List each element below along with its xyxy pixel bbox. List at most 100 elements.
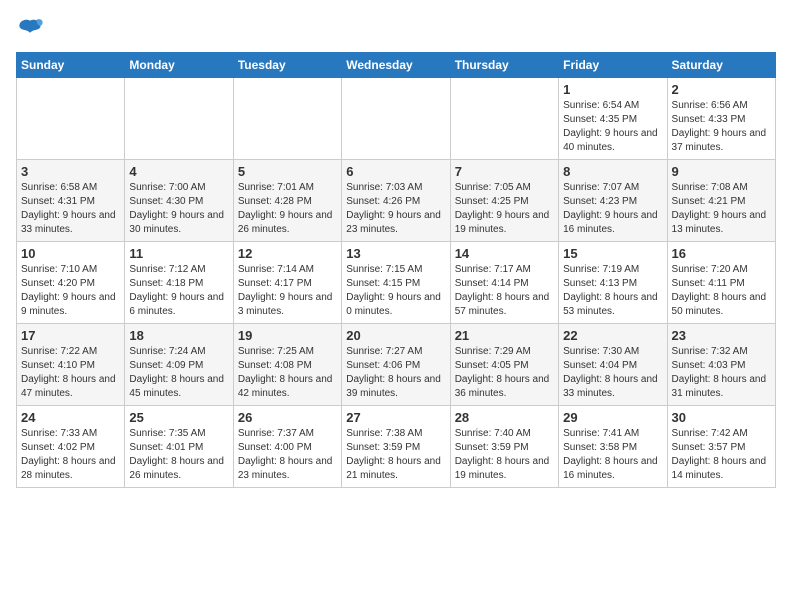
day-info: Sunrise: 7:27 AM Sunset: 4:06 PM Dayligh… (346, 345, 445, 401)
day-number: 27 (346, 410, 445, 425)
calendar-cell: 4 Sunrise: 7:00 AM Sunset: 4:30 PM Daylig… (125, 160, 233, 242)
calendar-cell: 6Sunrise: 7:03 AM Sunset: 4:26 PM Daylig… (342, 160, 450, 242)
day-number: 9 (672, 164, 771, 179)
day-info: Sunrise: 7:32 AM Sunset: 4:03 PM Dayligh… (672, 345, 771, 401)
calendar-cell: 29Sunrise: 7:41 AM Sunset: 3:58 PM Dayli… (559, 406, 667, 488)
calendar-cell (342, 78, 450, 160)
day-info: Sunrise: 7:42 AM Sunset: 3:57 PM Dayligh… (672, 427, 771, 483)
day-number: 22 (563, 328, 662, 343)
day-info: Sunrise: 7:19 AM Sunset: 4:13 PM Dayligh… (563, 263, 662, 319)
day-number: 18 (129, 328, 228, 343)
calendar-cell: 15Sunrise: 7:19 AM Sunset: 4:13 PM Dayli… (559, 242, 667, 324)
day-info: Sunrise: 7:29 AM Sunset: 4:05 PM Dayligh… (455, 345, 554, 401)
day-info: Sunrise: 7:01 AM Sunset: 4:28 PM Dayligh… (238, 181, 337, 237)
calendar-cell: 8 Sunrise: 7:07 AM Sunset: 4:23 PM Daylig… (559, 160, 667, 242)
calendar-cell: 25 Sunrise: 7:35 AM Sunset: 4:01 PM Dayli… (125, 406, 233, 488)
calendar-cell: 20 Sunrise: 7:27 AM Sunset: 4:06 PM Dayli… (342, 324, 450, 406)
day-number: 28 (455, 410, 554, 425)
day-info: Sunrise: 7:17 AM Sunset: 4:14 PM Dayligh… (455, 263, 554, 319)
day-info: Sunrise: 7:20 AM Sunset: 4:11 PM Dayligh… (672, 263, 771, 319)
day-number: 1 (563, 82, 662, 97)
calendar-cell: 3 Sunrise: 6:58 AM Sunset: 4:31 PM Daylig… (17, 160, 125, 242)
day-number: 13 (346, 246, 445, 261)
day-info: Sunrise: 7:33 AM Sunset: 4:02 PM Dayligh… (21, 427, 120, 483)
calendar-cell (17, 78, 125, 160)
calendar-cell: 13 Sunrise: 7:15 AM Sunset: 4:15 PM Dayli… (342, 242, 450, 324)
weekday-header-sunday: Sunday (17, 53, 125, 78)
calendar-cell: 19 Sunrise: 7:25 AM Sunset: 4:08 PM Dayli… (233, 324, 341, 406)
calendar-cell: 7Sunrise: 7:05 AM Sunset: 4:25 PM Daylig… (450, 160, 558, 242)
calendar-cell: 22 Sunrise: 7:30 AM Sunset: 4:04 PM Dayli… (559, 324, 667, 406)
day-number: 26 (238, 410, 337, 425)
calendar-cell (450, 78, 558, 160)
day-number: 19 (238, 328, 337, 343)
calendar-cell: 12 Sunrise: 7:14 AM Sunset: 4:17 PM Dayli… (233, 242, 341, 324)
day-number: 12 (238, 246, 337, 261)
calendar-cell: 28 Sunrise: 7:40 AM Sunset: 3:59 PM Dayli… (450, 406, 558, 488)
day-number: 20 (346, 328, 445, 343)
page-header (16, 16, 776, 44)
day-info: Sunrise: 7:40 AM Sunset: 3:59 PM Dayligh… (455, 427, 554, 483)
day-number: 7 (455, 164, 554, 179)
day-number: 10 (21, 246, 120, 261)
logo-bird-icon (16, 16, 44, 44)
day-info: Sunrise: 7:37 AM Sunset: 4:00 PM Dayligh… (238, 427, 337, 483)
weekday-header-monday: Monday (125, 53, 233, 78)
day-info: Sunrise: 7:10 AM Sunset: 4:20 PM Dayligh… (21, 263, 120, 319)
day-info: Sunrise: 7:15 AM Sunset: 4:15 PM Dayligh… (346, 263, 445, 319)
day-info: Sunrise: 7:35 AM Sunset: 4:01 PM Dayligh… (129, 427, 228, 483)
calendar-week-0: 1Sunrise: 6:54 AM Sunset: 4:35 PM Daylig… (17, 78, 776, 160)
weekday-header-friday: Friday (559, 53, 667, 78)
calendar-cell (233, 78, 341, 160)
calendar-cell: 26 Sunrise: 7:37 AM Sunset: 4:00 PM Dayli… (233, 406, 341, 488)
day-number: 8 (563, 164, 662, 179)
weekday-header-tuesday: Tuesday (233, 53, 341, 78)
calendar-body: 1Sunrise: 6:54 AM Sunset: 4:35 PM Daylig… (17, 78, 776, 488)
day-info: Sunrise: 7:38 AM Sunset: 3:59 PM Dayligh… (346, 427, 445, 483)
day-info: Sunrise: 7:41 AM Sunset: 3:58 PM Dayligh… (563, 427, 662, 483)
day-info: Sunrise: 7:12 AM Sunset: 4:18 PM Dayligh… (129, 263, 228, 319)
calendar-cell: 16 Sunrise: 7:20 AM Sunset: 4:11 PM Dayli… (667, 242, 775, 324)
calendar-cell: 14 Sunrise: 7:17 AM Sunset: 4:14 PM Dayli… (450, 242, 558, 324)
day-info: Sunrise: 7:00 AM Sunset: 4:30 PM Dayligh… (129, 181, 228, 237)
day-number: 16 (672, 246, 771, 261)
day-number: 30 (672, 410, 771, 425)
day-info: Sunrise: 7:22 AM Sunset: 4:10 PM Dayligh… (21, 345, 120, 401)
day-number: 25 (129, 410, 228, 425)
calendar-header: SundayMondayTuesdayWednesdayThursdayFrid… (17, 53, 776, 78)
calendar-cell: 9 Sunrise: 7:08 AM Sunset: 4:21 PM Daylig… (667, 160, 775, 242)
day-number: 23 (672, 328, 771, 343)
day-info: Sunrise: 7:03 AM Sunset: 4:26 PM Dayligh… (346, 181, 445, 237)
calendar-cell: 5Sunrise: 7:01 AM Sunset: 4:28 PM Daylig… (233, 160, 341, 242)
day-info: Sunrise: 7:30 AM Sunset: 4:04 PM Dayligh… (563, 345, 662, 401)
calendar-cell: 30 Sunrise: 7:42 AM Sunset: 3:57 PM Dayli… (667, 406, 775, 488)
day-info: Sunrise: 7:14 AM Sunset: 4:17 PM Dayligh… (238, 263, 337, 319)
day-number: 4 (129, 164, 228, 179)
calendar-cell: 1Sunrise: 6:54 AM Sunset: 4:35 PM Daylig… (559, 78, 667, 160)
calendar-week-1: 3 Sunrise: 6:58 AM Sunset: 4:31 PM Daylig… (17, 160, 776, 242)
calendar-week-2: 10 Sunrise: 7:10 AM Sunset: 4:20 PM Dayli… (17, 242, 776, 324)
calendar-cell: 24Sunrise: 7:33 AM Sunset: 4:02 PM Dayli… (17, 406, 125, 488)
calendar-cell (125, 78, 233, 160)
day-info: Sunrise: 7:25 AM Sunset: 4:08 PM Dayligh… (238, 345, 337, 401)
day-number: 3 (21, 164, 120, 179)
day-number: 17 (21, 328, 120, 343)
calendar-cell: 11 Sunrise: 7:12 AM Sunset: 4:18 PM Dayli… (125, 242, 233, 324)
day-number: 14 (455, 246, 554, 261)
day-number: 11 (129, 246, 228, 261)
day-info: Sunrise: 6:58 AM Sunset: 4:31 PM Dayligh… (21, 181, 120, 237)
calendar-cell: 23 Sunrise: 7:32 AM Sunset: 4:03 PM Dayli… (667, 324, 775, 406)
calendar-week-3: 17 Sunrise: 7:22 AM Sunset: 4:10 PM Dayli… (17, 324, 776, 406)
weekday-header-wednesday: Wednesday (342, 53, 450, 78)
day-info: Sunrise: 7:07 AM Sunset: 4:23 PM Dayligh… (563, 181, 662, 237)
calendar-week-4: 24Sunrise: 7:33 AM Sunset: 4:02 PM Dayli… (17, 406, 776, 488)
day-number: 2 (672, 82, 771, 97)
logo (16, 16, 48, 44)
weekday-header-thursday: Thursday (450, 53, 558, 78)
weekday-row: SundayMondayTuesdayWednesdayThursdayFrid… (17, 53, 776, 78)
day-info: Sunrise: 6:56 AM Sunset: 4:33 PM Dayligh… (672, 99, 771, 155)
day-number: 21 (455, 328, 554, 343)
calendar-cell: 18Sunrise: 7:24 AM Sunset: 4:09 PM Dayli… (125, 324, 233, 406)
day-info: Sunrise: 7:08 AM Sunset: 4:21 PM Dayligh… (672, 181, 771, 237)
calendar-cell: 10 Sunrise: 7:10 AM Sunset: 4:20 PM Dayli… (17, 242, 125, 324)
